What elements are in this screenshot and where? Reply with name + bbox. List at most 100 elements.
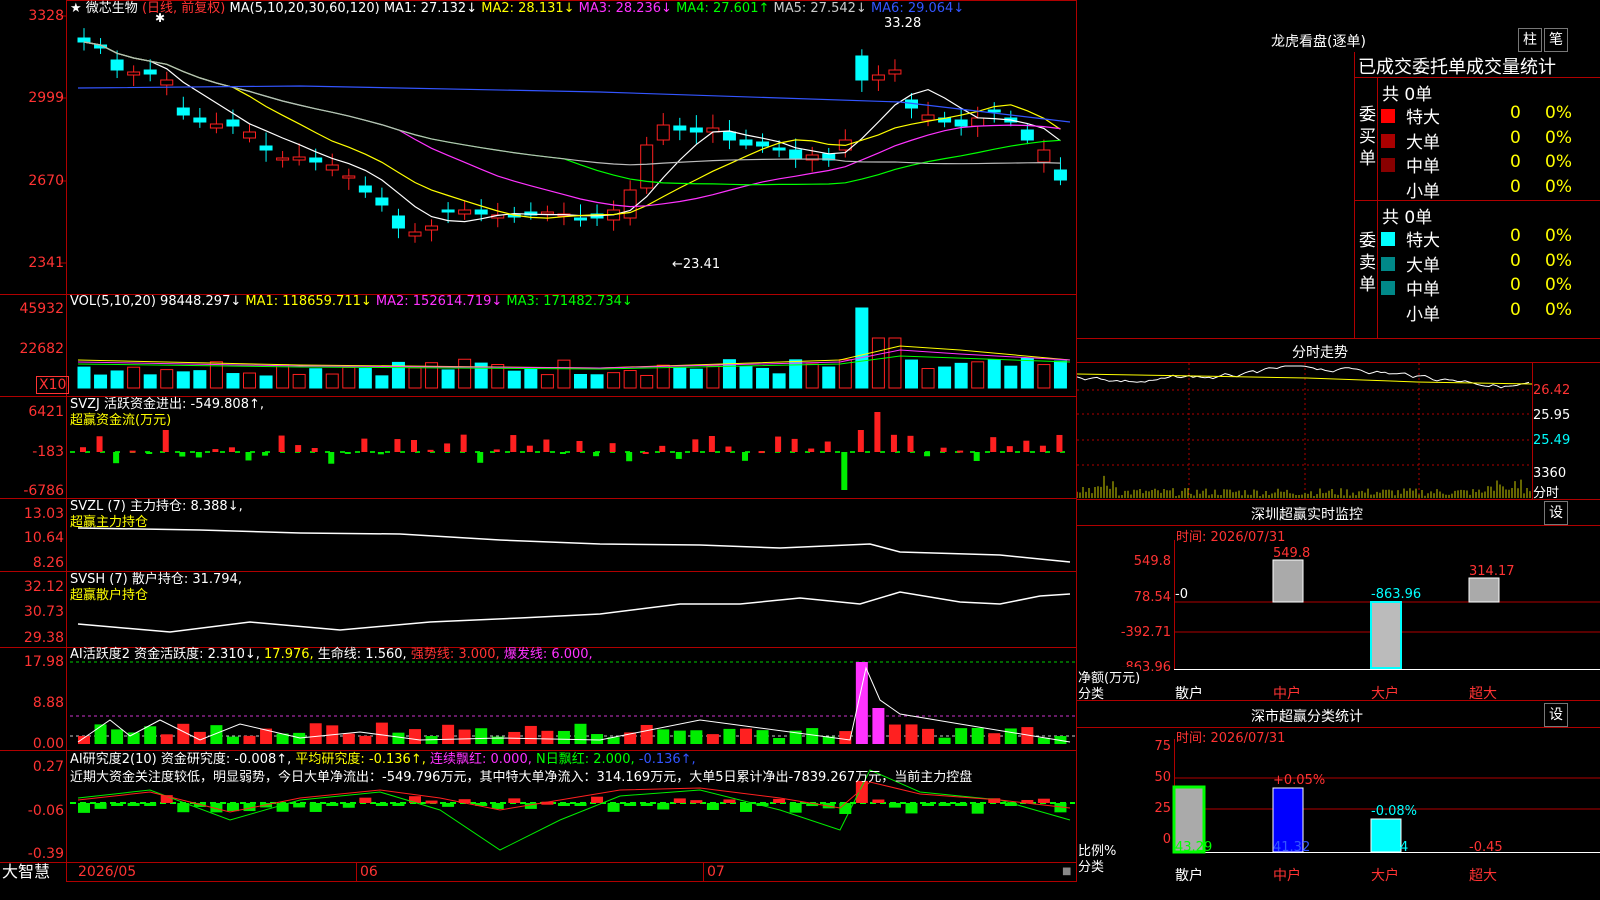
chart-area[interactable]: 33.28 ←23.41 ✱ 3328 2999 2670 2341 45932… bbox=[0, 0, 1077, 882]
monitor-title: 深圳超赢实时监控 bbox=[1251, 507, 1363, 523]
chart-svg[interactable]: 33.28 ←23.41 ✱ bbox=[0, 0, 1077, 882]
volume-bar bbox=[176, 371, 190, 389]
stock-name[interactable]: 微芯生物 bbox=[86, 1, 138, 16]
activity-bar bbox=[442, 724, 455, 744]
category-label: 超大 bbox=[1469, 868, 1497, 884]
research-bar bbox=[226, 803, 239, 812]
flow-bar bbox=[841, 452, 848, 490]
candle-body bbox=[656, 124, 670, 141]
activity-bar bbox=[375, 722, 388, 744]
category-label: 散户 bbox=[1175, 868, 1203, 884]
candle-body bbox=[408, 231, 422, 237]
order-percent: 0% bbox=[1545, 250, 1572, 271]
activity-header: AI活跃度2 资金活跃度: 2.310↓, 17.976, 生命线: 1.560… bbox=[70, 647, 593, 663]
lock-icon[interactable]: ■ bbox=[1062, 866, 1071, 877]
volume-bar bbox=[325, 373, 339, 389]
activity-bar bbox=[839, 731, 852, 744]
flow-bar bbox=[973, 452, 980, 462]
size-swatch bbox=[1381, 109, 1395, 123]
candle-body bbox=[772, 147, 786, 151]
price-tick-2: 2999 bbox=[28, 90, 64, 106]
monitor-bar-mid bbox=[1272, 559, 1304, 603]
low-marker: ←23.41 bbox=[672, 257, 720, 272]
volume-bar bbox=[938, 366, 952, 389]
activity-bar bbox=[342, 733, 355, 744]
flow-bar bbox=[510, 435, 517, 452]
flow-bar bbox=[924, 452, 931, 457]
order-count: 0 bbox=[1510, 226, 1521, 246]
flow-bar bbox=[228, 447, 235, 452]
flow-bar bbox=[742, 452, 748, 461]
activity-bar bbox=[243, 735, 256, 744]
monitor-settings-button[interactable]: 设 bbox=[1544, 501, 1568, 525]
bar-view-button[interactable]: 柱 bbox=[1518, 28, 1542, 52]
order-size-label: 中单 bbox=[1406, 280, 1440, 300]
volume-bar bbox=[276, 364, 290, 389]
volume-bar bbox=[94, 374, 108, 389]
flow-bar bbox=[775, 436, 782, 452]
order-count: 0 bbox=[1510, 103, 1521, 123]
flow-sub: 超赢资金流(万元) bbox=[70, 413, 172, 428]
act-tick-3: 0.00 bbox=[32, 736, 64, 752]
activity-bar bbox=[938, 737, 951, 744]
candle-body bbox=[871, 74, 885, 81]
category-value: 41.32 bbox=[1273, 840, 1311, 855]
research-bar bbox=[375, 803, 388, 806]
research-bar bbox=[94, 803, 107, 809]
kline-mode[interactable]: (日线, 前复权) bbox=[142, 1, 225, 16]
candle-body bbox=[176, 107, 190, 116]
flow-bar bbox=[874, 412, 881, 452]
flow-bar bbox=[857, 430, 864, 452]
volume-ma-lines bbox=[77, 345, 1071, 370]
class-settings-button[interactable]: 设 bbox=[1544, 703, 1568, 727]
res-tick-2: -0.06 bbox=[27, 803, 64, 819]
ma4-value: MA4: 27.601↑ bbox=[676, 1, 770, 16]
candle-body bbox=[127, 71, 141, 76]
flow-bar bbox=[129, 450, 136, 453]
volume-bar bbox=[557, 359, 571, 389]
flow-bar bbox=[907, 435, 914, 452]
volume-bar bbox=[507, 370, 521, 389]
flow-bar bbox=[675, 452, 682, 459]
vol-label: VOL(5,10,20) bbox=[70, 294, 156, 309]
volume-bar bbox=[822, 366, 836, 389]
intraday-tick-2: 25.95 bbox=[1533, 408, 1571, 423]
flow-bar bbox=[626, 452, 633, 462]
category-label: 大户 bbox=[1371, 686, 1399, 702]
category-label: 大户 bbox=[1371, 868, 1399, 884]
monitor-value: 549.8 bbox=[1273, 546, 1310, 561]
flow-bar bbox=[295, 445, 302, 452]
flow-bar bbox=[576, 440, 583, 452]
act-c: 生命线: 1.560, bbox=[317, 647, 407, 662]
flow-bar bbox=[642, 451, 649, 454]
candle-body bbox=[1053, 169, 1067, 181]
volume-bar bbox=[706, 365, 720, 389]
order-count: 0 bbox=[1510, 176, 1521, 197]
order-size-label: 大单 bbox=[1406, 132, 1440, 153]
volume-bar bbox=[458, 358, 472, 389]
activity-bar bbox=[1004, 728, 1017, 744]
flow-bar bbox=[725, 446, 732, 452]
class-time: 时间: 2026/07/31 bbox=[1176, 731, 1286, 746]
candle-body bbox=[623, 189, 637, 219]
volume-bar bbox=[243, 372, 256, 389]
activity-bar bbox=[723, 728, 736, 744]
size-swatch bbox=[1381, 232, 1395, 246]
candle-body bbox=[888, 69, 902, 75]
res-a: AI研究度2(10) 资金研究度: -0.008↑, bbox=[70, 752, 292, 767]
star-icon: ★ bbox=[70, 1, 82, 16]
flow-bar bbox=[708, 436, 715, 452]
volume-bar bbox=[1004, 365, 1018, 389]
category-label: 散户 bbox=[1175, 686, 1203, 702]
main-label: SVZL (7) 主力持仓: 8.388↓, bbox=[70, 499, 243, 514]
tick-view-button[interactable]: 笔 bbox=[1544, 28, 1568, 52]
research-bar bbox=[127, 803, 140, 806]
flow-bar bbox=[543, 439, 550, 452]
monitor-value: -0 bbox=[1175, 587, 1188, 602]
flow-bar bbox=[444, 443, 451, 452]
candle-body bbox=[1037, 149, 1051, 163]
activity-bar bbox=[458, 729, 471, 744]
candle-body bbox=[540, 211, 554, 215]
research-bar bbox=[740, 803, 752, 812]
candle-body bbox=[425, 225, 439, 231]
